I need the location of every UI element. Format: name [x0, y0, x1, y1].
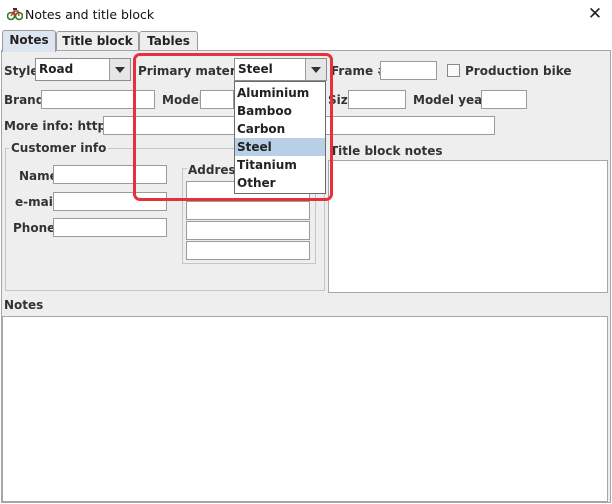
address-line-3-input[interactable]: [186, 221, 310, 240]
tab-label: Title block: [62, 34, 133, 48]
style-combobox[interactable]: Road: [35, 58, 131, 81]
notes-label: Notes: [4, 298, 44, 312]
production-bike-checkbox[interactable]: [447, 64, 460, 77]
highlight-box: [133, 53, 333, 201]
phone-input[interactable]: [53, 218, 167, 237]
bicycle-icon: [7, 8, 23, 21]
phone-label: Phone: [13, 221, 56, 235]
production-bike-label: Production bike: [465, 64, 572, 78]
frame-number-label: Frame #: [331, 64, 388, 78]
window-title: Notes and title block: [25, 7, 155, 22]
size-input[interactable]: [348, 90, 406, 109]
model-year-input[interactable]: [481, 90, 527, 109]
style-dropdown-button[interactable]: [109, 59, 130, 80]
tab-notes[interactable]: Notes: [2, 30, 56, 52]
chevron-down-icon: [115, 67, 125, 73]
close-icon[interactable]: ✕: [583, 3, 607, 25]
model-year-label: Model year: [413, 93, 489, 107]
style-label: Style: [4, 64, 39, 78]
title-block-notes-textarea[interactable]: [328, 160, 608, 293]
email-label: e-mail: [15, 195, 57, 209]
name-label: Name: [19, 169, 58, 183]
address-line-4-input[interactable]: [186, 241, 310, 260]
address-line-2-input[interactable]: [186, 201, 310, 220]
style-value: Road: [39, 62, 74, 76]
notes-textarea[interactable]: [2, 316, 608, 502]
frame-number-input[interactable]: [380, 61, 437, 80]
customer-info-title: Customer info: [9, 141, 109, 155]
brand-label: Brand: [4, 93, 45, 107]
tab-label: Notes: [9, 33, 49, 47]
tab-title-block[interactable]: Title block: [56, 31, 139, 51]
tab-tables[interactable]: Tables: [139, 31, 198, 51]
tab-label: Tables: [147, 34, 190, 48]
title-bar: Notes and title block ✕: [0, 0, 612, 30]
title-block-notes-label: Title block notes: [330, 144, 443, 158]
